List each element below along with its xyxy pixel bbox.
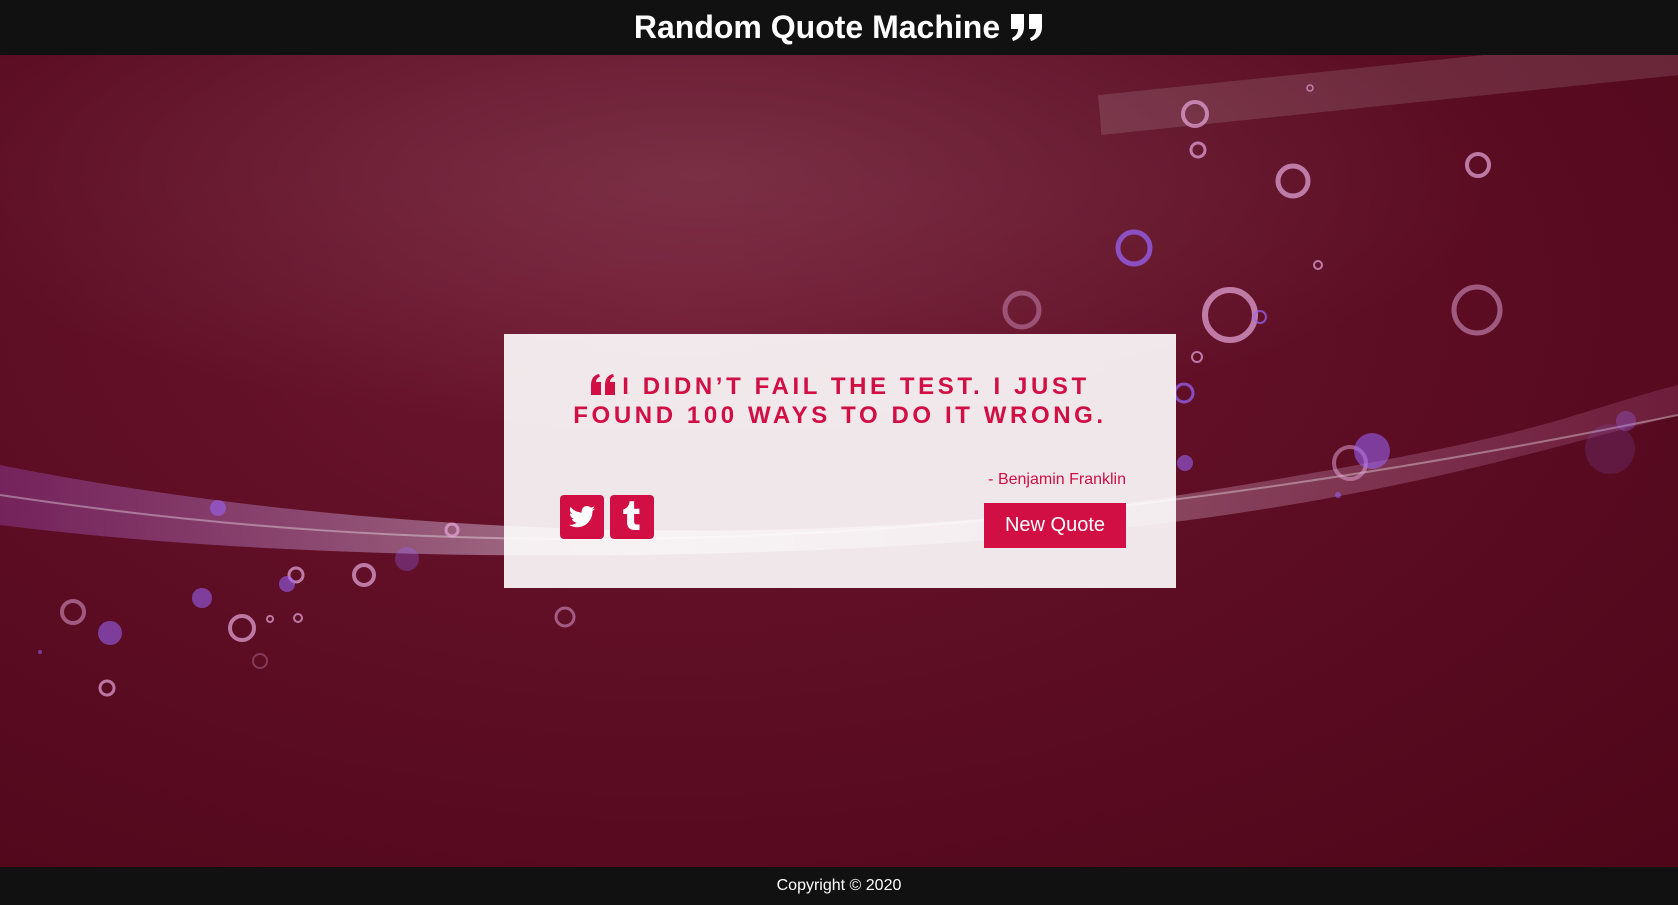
app-header: Random Quote Machine	[0, 0, 1678, 55]
tumblr-quote-button[interactable]	[610, 495, 654, 539]
copyright-text: Copyright © 2020	[776, 877, 902, 894]
quote-body: I didn’t fail the test. I just found 100…	[573, 373, 1107, 429]
quote-right-icon	[1010, 13, 1044, 43]
quote-left-icon	[590, 374, 616, 396]
twitter-icon	[568, 506, 596, 528]
tumblr-icon	[623, 501, 640, 530]
quote-text: I didn’t fail the test. I just found 100…	[544, 372, 1136, 430]
new-quote-button[interactable]: New Quote	[984, 503, 1126, 548]
app-title: Random Quote Machine	[633, 9, 1001, 45]
quote-author: - Benjamin Franklin	[988, 471, 1126, 488]
share-buttons	[560, 495, 654, 539]
tweet-quote-button[interactable]	[560, 495, 604, 539]
quote-box: I didn’t fail the test. I just found 100…	[504, 334, 1176, 588]
footer: Copyright © 2020	[0, 867, 1678, 905]
